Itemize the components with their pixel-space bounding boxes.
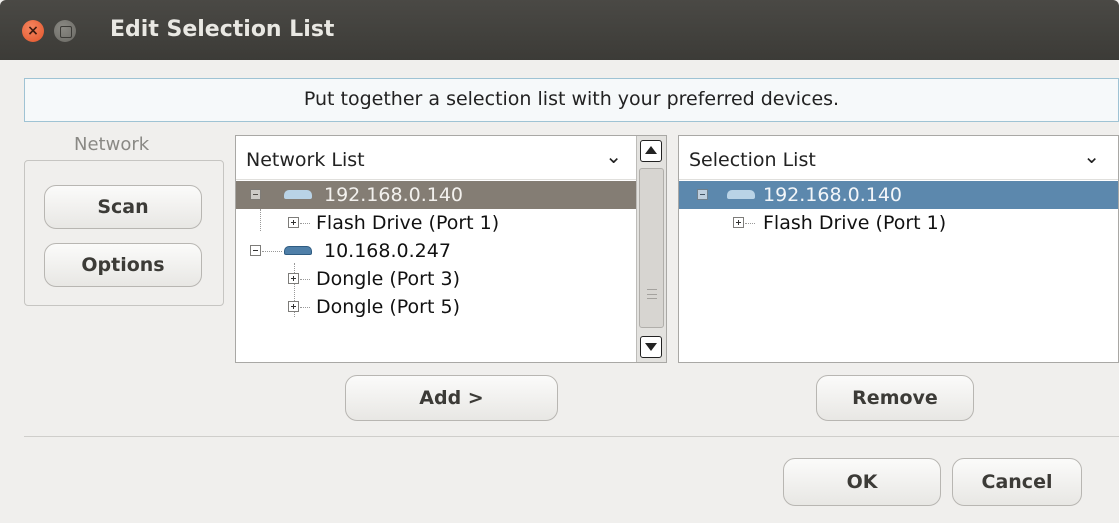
instruction-text: Put together a selection list with your … <box>303 88 840 110</box>
title-bar: × Edit Selection List <box>0 0 1119 60</box>
expand-icon[interactable] <box>733 217 744 228</box>
tree-item-device[interactable]: Dongle (Port 5) <box>236 293 636 321</box>
tree-connector <box>300 307 310 308</box>
network-list-panel[interactable]: Network List ⌄ 192.168.0.140 Flash Drive… <box>235 135 667 363</box>
chevron-down-icon[interactable]: ⌄ <box>605 144 622 168</box>
window-title: Edit Selection List <box>110 17 335 42</box>
network-device-icon <box>284 190 312 199</box>
selection-list-header[interactable]: Selection List ⌄ <box>679 136 1118 180</box>
device-label: Flash Drive (Port 1) <box>316 212 500 234</box>
ok-button[interactable]: OK <box>783 458 941 506</box>
network-list-scrollbar[interactable] <box>636 136 666 362</box>
maximize-window-button[interactable] <box>54 20 76 42</box>
expand-icon[interactable] <box>288 217 299 228</box>
tree-item-device[interactable]: Flash Drive (Port 1) <box>236 209 636 237</box>
selection-list-panel[interactable]: Selection List ⌄ 192.168.0.140 Flash Dri… <box>678 135 1119 363</box>
divider <box>24 436 1119 437</box>
remove-button[interactable]: Remove <box>816 375 974 421</box>
scrollbar-thumb[interactable] <box>639 168 664 328</box>
cancel-button[interactable]: Cancel <box>952 458 1082 506</box>
tree-connector <box>300 223 310 224</box>
collapse-icon[interactable] <box>250 245 261 256</box>
edit-selection-list-dialog: × Edit Selection List Put together a sel… <box>0 0 1119 523</box>
device-label: Flash Drive (Port 1) <box>763 212 947 234</box>
tree-item-host[interactable]: 10.168.0.247 <box>236 237 636 265</box>
close-icon: × <box>27 23 39 39</box>
scroll-up-icon[interactable] <box>640 140 662 162</box>
device-label: Dongle (Port 5) <box>316 296 460 318</box>
tree-item-device[interactable]: Dongle (Port 3) <box>236 265 636 293</box>
network-device-icon <box>727 190 755 199</box>
tree-connector <box>300 279 310 280</box>
host-label: 10.168.0.247 <box>324 240 451 262</box>
tree-item-host[interactable]: 192.168.0.140 <box>236 181 636 209</box>
host-label: 192.168.0.140 <box>763 184 903 206</box>
options-button[interactable]: Options <box>44 243 202 287</box>
collapse-icon[interactable] <box>250 189 261 200</box>
grip-icon <box>647 289 657 299</box>
network-device-icon <box>284 246 312 255</box>
tree-connector <box>745 223 755 224</box>
expand-icon[interactable] <box>288 273 299 284</box>
tree-item-host[interactable]: 192.168.0.140 <box>679 181 1118 209</box>
instruction-banner: Put together a selection list with your … <box>24 78 1119 122</box>
expand-icon[interactable] <box>288 301 299 312</box>
collapse-icon[interactable] <box>697 189 708 200</box>
scroll-down-icon[interactable] <box>640 336 662 358</box>
network-list-header[interactable]: Network List ⌄ <box>236 136 636 180</box>
tree-connector <box>262 251 282 252</box>
close-window-button[interactable]: × <box>22 20 44 42</box>
selection-list-header-label: Selection List <box>689 149 816 171</box>
device-label: Dongle (Port 3) <box>316 268 460 290</box>
tree-item-device[interactable]: Flash Drive (Port 1) <box>679 209 1118 237</box>
network-list-header-label: Network List <box>246 149 365 171</box>
chevron-down-icon[interactable]: ⌄ <box>1083 144 1100 168</box>
network-group-label: Network <box>66 134 158 155</box>
add-button[interactable]: Add > <box>345 375 558 421</box>
scan-button[interactable]: Scan <box>44 185 202 229</box>
host-label: 192.168.0.140 <box>324 184 464 206</box>
